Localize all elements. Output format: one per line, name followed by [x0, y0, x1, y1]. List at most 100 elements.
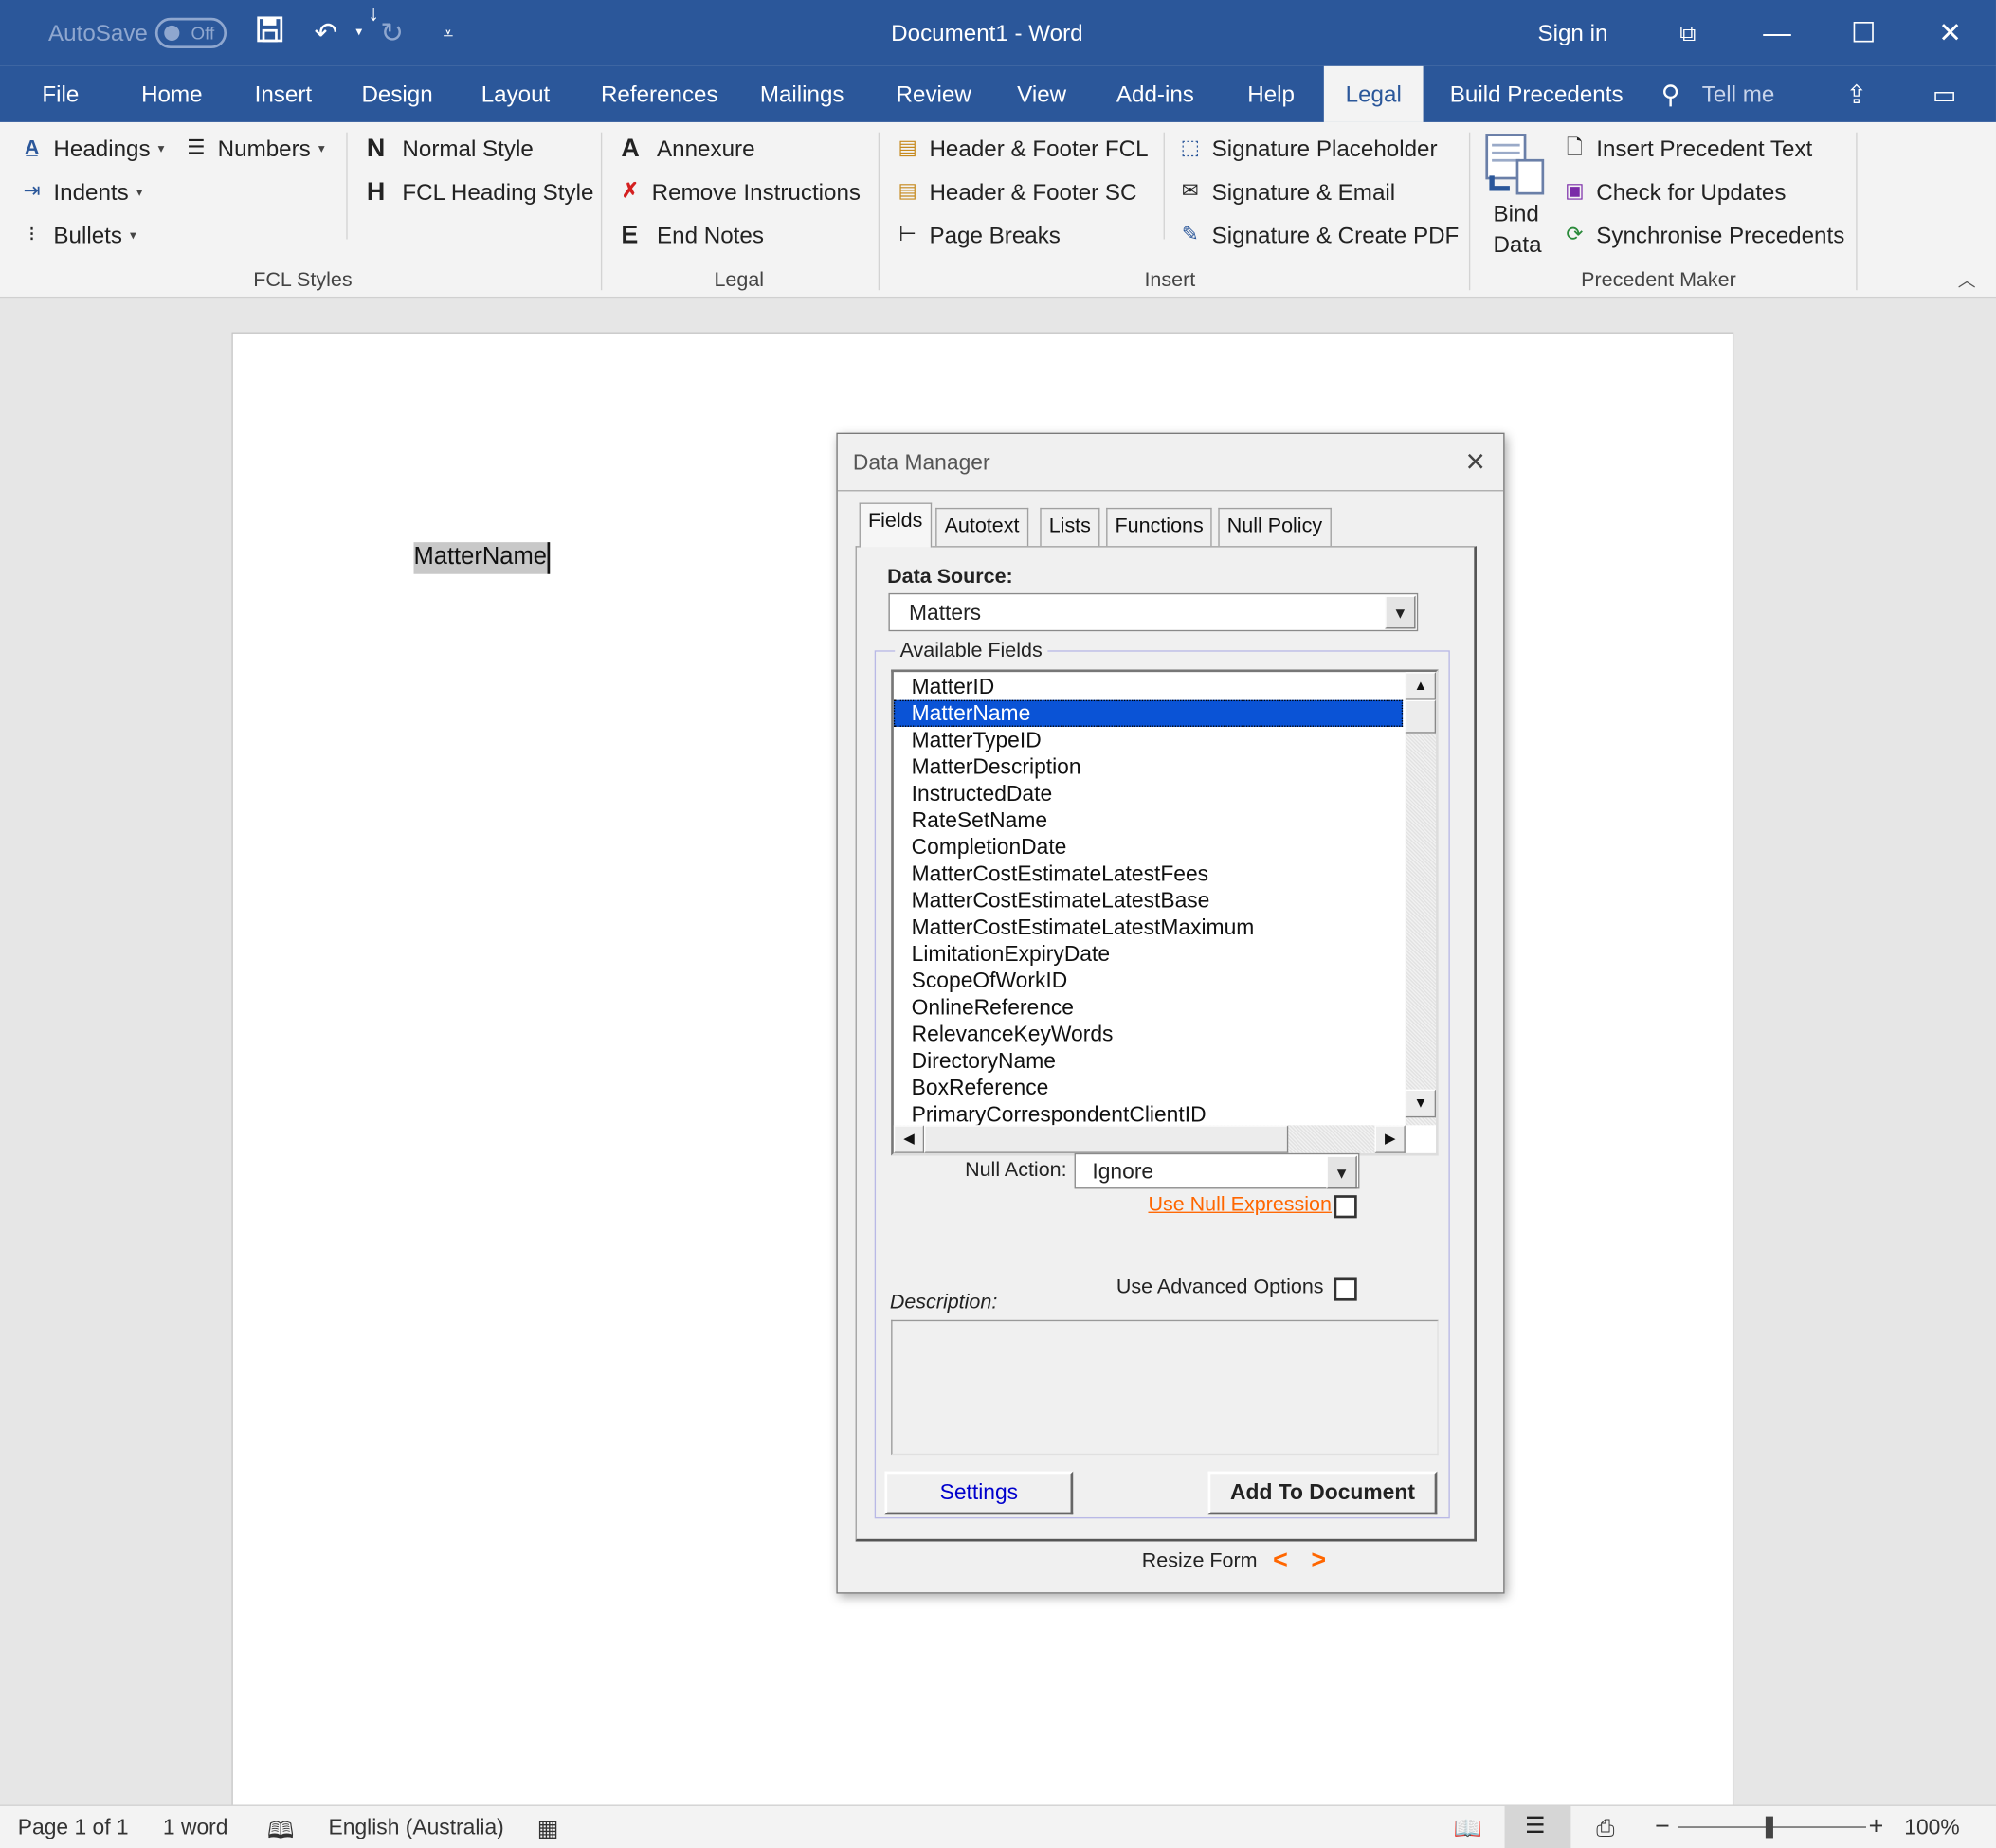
list-item[interactable]: RateSetName — [894, 807, 1403, 834]
undo-icon[interactable]: ↶ — [308, 15, 344, 51]
list-item[interactable]: MatterCostEstimateLatestMaximum — [894, 914, 1403, 940]
list-item[interactable]: CompletionDate — [894, 834, 1403, 861]
list-item-selected[interactable]: MatterName — [893, 699, 1404, 727]
tab-legal[interactable]: Legal — [1323, 65, 1424, 122]
tab-insert[interactable]: Insert — [255, 82, 312, 108]
scroll-down-icon[interactable]: ▼ — [1405, 1089, 1437, 1118]
resize-grow-button[interactable]: > — [1311, 1547, 1326, 1576]
tab-mailings[interactable]: Mailings — [760, 82, 844, 108]
tab-autotext[interactable]: Autotext — [935, 507, 1028, 547]
end-notes-button[interactable]: E End Notes — [621, 222, 764, 251]
vertical-scrollbar[interactable]: ▲ ▼ — [1405, 672, 1437, 1126]
header-footer-fcl-button[interactable]: ▤ Header & Footer FCL — [894, 135, 1148, 163]
vertical-scroll-thumb[interactable] — [1405, 699, 1437, 734]
zoom-level[interactable]: 100% — [1904, 1815, 1959, 1840]
use-null-expression-link[interactable]: Use Null Expression — [1148, 1194, 1331, 1217]
list-item[interactable]: MatterDescription — [894, 753, 1403, 780]
tab-review[interactable]: Review — [897, 82, 971, 108]
chevron-down-icon[interactable]: ▼ — [1326, 1155, 1357, 1189]
indents-button[interactable]: ⇥ Indents ▾ — [18, 178, 143, 207]
signature-placeholder-button[interactable]: ⬚ Signature Placeholder — [1176, 135, 1438, 163]
language[interactable]: English (Australia) — [329, 1815, 504, 1840]
list-item[interactable]: DirectoryName — [894, 1047, 1403, 1074]
fields-listbox[interactable]: MatterID MatterName MatterTypeID MatterD… — [891, 669, 1439, 1156]
fcl-heading-style-button[interactable]: H FCL Heading Style — [367, 178, 594, 208]
numbers-button[interactable]: ☰ Numbers ▾ — [182, 135, 324, 163]
zoom-slider-thumb[interactable] — [1765, 1816, 1773, 1839]
tab-view[interactable]: View — [1017, 82, 1066, 108]
macro-recording-icon[interactable]: ▦ — [537, 1815, 559, 1841]
header-footer-sc-button[interactable]: ▤ Header & Footer SC — [894, 178, 1136, 207]
horizontal-scrollbar[interactable]: ◀ ▶ — [893, 1125, 1406, 1153]
list-item[interactable]: MatterCostEstimateLatestFees — [894, 861, 1403, 887]
merge-field[interactable]: MatterName — [413, 542, 550, 574]
check-updates-button[interactable]: ▣ Check for Updates — [1561, 178, 1786, 207]
proofing-icon[interactable]: 🕮 — [267, 1815, 295, 1848]
tab-add-ins[interactable]: Add-ins — [1116, 82, 1194, 108]
list-item[interactable]: ScopeOfWorkID — [894, 968, 1403, 994]
list-item[interactable]: InstructedDate — [894, 780, 1403, 806]
scroll-up-icon[interactable]: ▲ — [1405, 672, 1437, 700]
close-icon[interactable]: ✕ — [1925, 12, 1976, 53]
search-icon[interactable]: ⚲ — [1661, 79, 1680, 111]
list-item[interactable]: PrimaryCorrespondentClientID — [894, 1101, 1403, 1128]
bind-data-button[interactable]: Bind Data — [1484, 133, 1548, 265]
ribbon-display-options-icon[interactable]: ⧉ — [1662, 12, 1714, 53]
tab-home[interactable]: Home — [141, 82, 202, 108]
list-item[interactable]: LimitationExpiryDate — [894, 941, 1403, 968]
zoom-in-icon[interactable]: + — [1869, 1813, 1884, 1842]
close-icon[interactable]: × — [1459, 444, 1492, 478]
annexure-button[interactable]: A Annexure — [621, 135, 754, 164]
insert-precedent-text-button[interactable]: 🗋 Insert Precedent Text — [1561, 135, 1812, 163]
tab-design[interactable]: Design — [361, 82, 432, 108]
settings-button[interactable]: Settings — [884, 1471, 1074, 1515]
collapse-ribbon-icon[interactable]: ︿ — [1958, 267, 1976, 293]
add-to-document-button[interactable]: Add To Document — [1207, 1471, 1438, 1515]
resize-shrink-button[interactable]: < — [1273, 1547, 1288, 1576]
bullets-button[interactable]: ⁝ Bullets ▾ — [18, 222, 136, 250]
headings-button[interactable]: A̲ Headings ▾ — [18, 135, 165, 163]
autosave-toggle[interactable]: Off — [154, 17, 227, 49]
normal-style-button[interactable]: N Normal Style — [367, 135, 534, 164]
redo-icon[interactable]: ↻ — [374, 15, 410, 51]
list-item[interactable]: RelevanceKeyWords — [894, 1021, 1403, 1047]
list-item[interactable]: BoxReference — [894, 1075, 1403, 1101]
web-layout-icon[interactable]: ⎙ — [1596, 1815, 1614, 1841]
zoom-out-icon[interactable]: − — [1655, 1813, 1670, 1842]
chevron-down-icon[interactable]: ▼ — [1385, 595, 1416, 629]
tab-null-policy[interactable]: Null Policy — [1218, 507, 1332, 547]
tell-me-box[interactable]: Tell me — [1702, 82, 1775, 108]
use-null-expression-checkbox[interactable] — [1334, 1195, 1357, 1219]
tab-layout[interactable]: Layout — [481, 82, 551, 108]
null-action-select[interactable]: Ignore ▼ — [1074, 1152, 1360, 1189]
signature-email-button[interactable]: ✉ Signature & Email — [1176, 178, 1395, 207]
tab-fields[interactable]: Fields — [859, 502, 932, 548]
sync-precedents-button[interactable]: ⟳ Synchronise Precedents — [1561, 222, 1844, 250]
signature-pdf-button[interactable]: ✎ Signature & Create PDF — [1176, 222, 1460, 250]
tab-functions[interactable]: Functions — [1106, 507, 1213, 547]
word-count[interactable]: 1 word — [163, 1815, 228, 1840]
minimize-icon[interactable]: — — [1751, 12, 1803, 53]
list-item[interactable]: MatterID — [894, 673, 1403, 699]
tab-lists[interactable]: Lists — [1040, 507, 1100, 547]
list-item[interactable]: OnlineReference — [894, 994, 1403, 1021]
page-count[interactable]: Page 1 of 1 — [18, 1815, 129, 1840]
remove-instructions-button[interactable]: ✗ Remove Instructions — [616, 178, 861, 207]
save-icon[interactable] — [252, 15, 288, 51]
share-icon[interactable]: ⇪ — [1845, 79, 1867, 111]
scroll-left-icon[interactable]: ◀ — [893, 1125, 925, 1153]
undo-dropdown-icon[interactable]: ▾ — [341, 15, 377, 51]
scroll-right-icon[interactable]: ▶ — [1374, 1125, 1406, 1153]
sign-in-link[interactable]: Sign in — [1537, 20, 1607, 46]
read-mode-icon[interactable]: 📖 — [1454, 1815, 1482, 1841]
list-item[interactable]: MatterCostEstimateLatestBase — [894, 887, 1403, 914]
use-advanced-options-checkbox[interactable] — [1334, 1277, 1357, 1301]
data-source-select[interactable]: Matters ▼ — [888, 592, 1419, 632]
maximize-icon[interactable]: ☐ — [1838, 12, 1889, 53]
print-layout-button[interactable]: ☰ — [1504, 1805, 1571, 1848]
comments-icon[interactable]: ▭ — [1932, 79, 1956, 111]
tab-build-precedents[interactable]: Build Precedents — [1450, 82, 1624, 108]
tab-references[interactable]: References — [601, 82, 718, 108]
tab-file[interactable]: File — [42, 82, 79, 108]
tab-help[interactable]: Help — [1247, 82, 1295, 108]
